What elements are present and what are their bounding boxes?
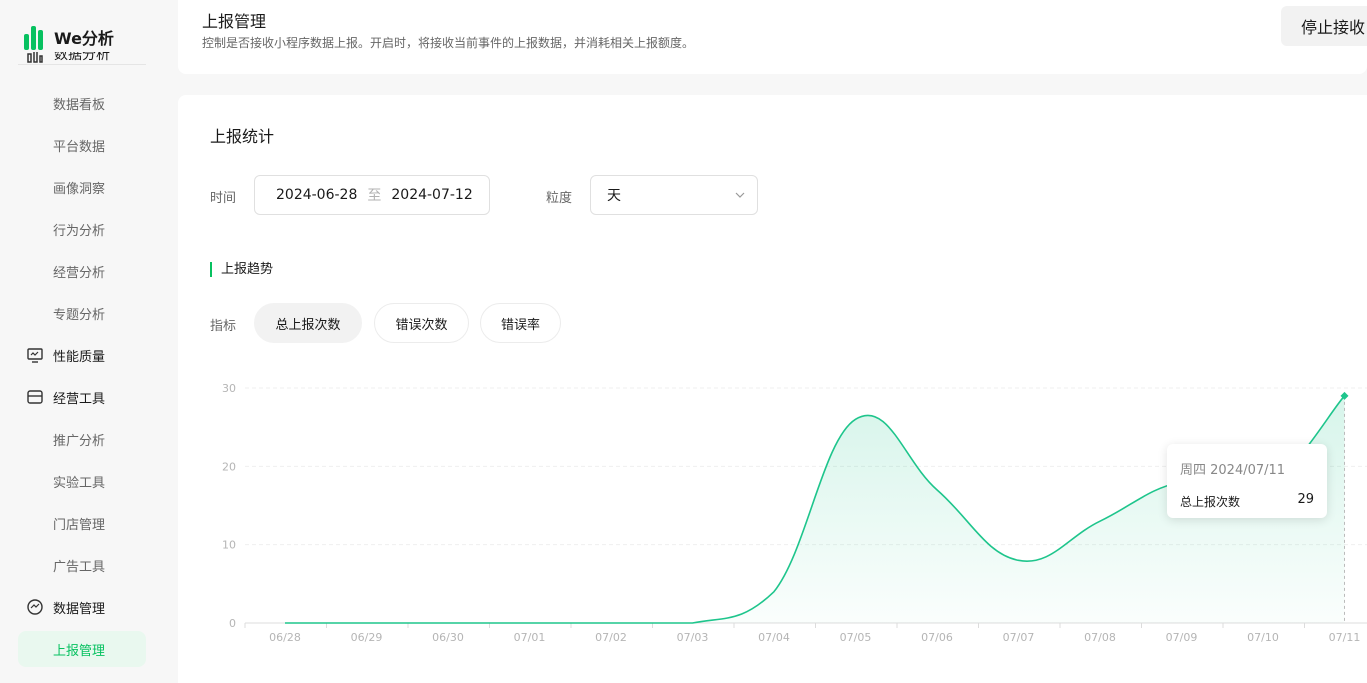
x-tick-label: 07/08 xyxy=(1084,631,1116,644)
metric-total-button[interactable]: 总上报次数 xyxy=(254,303,362,343)
sidebar-item-9[interactable]: 推广分析 xyxy=(18,421,146,457)
sidebar-item-label: 专题分析 xyxy=(53,307,106,323)
chevron-down-icon xyxy=(735,192,745,198)
metric-errors-button[interactable]: 错误次数 xyxy=(374,303,469,343)
x-tick-label: 07/04 xyxy=(758,631,790,644)
x-tick-label: 07/01 xyxy=(514,631,546,644)
sidebar-group-label: 数据分析 xyxy=(54,52,110,63)
x-tick-label: 07/09 xyxy=(1166,631,1198,644)
sidebar: We分析 数据分析 数据看板平台数据画像洞察行为分析经营分析专题分析性能质量经营… xyxy=(0,0,164,683)
y-tick-label: 20 xyxy=(222,460,236,473)
tooltip-value: 29 xyxy=(1297,492,1314,507)
x-tick-label: 07/02 xyxy=(595,631,627,644)
sidebar-item-label: 平台数据 xyxy=(53,139,106,155)
x-tick-label: 07/06 xyxy=(921,631,953,644)
x-tick-label: 07/03 xyxy=(677,631,709,644)
sidebar-divider xyxy=(18,64,146,65)
store-icon xyxy=(26,388,44,406)
sidebar-item-8[interactable]: 经营工具 xyxy=(18,379,146,415)
date-separator: 至 xyxy=(367,188,382,204)
trend-chart[interactable]: 0 10 20 30 06/28 06/29 06/30 07/01 07/02 07/03 07/… xyxy=(178,370,1367,683)
x-tick-label: 06/28 xyxy=(269,631,301,644)
section-title: 上报统计 xyxy=(210,127,275,146)
y-tick-label: 10 xyxy=(222,539,236,552)
sidebar-item-6[interactable]: 专题分析 xyxy=(18,295,146,331)
grain-value: 天 xyxy=(607,188,621,204)
tooltip-series-name: 总上报次数 xyxy=(1180,495,1241,509)
x-tick-label: 06/30 xyxy=(432,631,464,644)
sidebar-item-label: 广告工具 xyxy=(53,559,106,575)
x-tick-label: 07/07 xyxy=(1003,631,1035,644)
sidebar-item-label: 上报管理 xyxy=(53,643,106,659)
y-tick-label: 30 xyxy=(222,382,236,395)
x-tick-label: 07/05 xyxy=(840,631,872,644)
sidebar-item-13[interactable]: 数据管理 xyxy=(18,589,146,625)
x-tick-label: 06/29 xyxy=(351,631,383,644)
page-description: 控制是否接收小程序数据上报。开启时，将接收当前事件的上报数据，并消耗相关上报额度… xyxy=(202,36,695,50)
chart-icon xyxy=(27,52,43,63)
data-manage-icon xyxy=(26,598,44,616)
sidebar-group-data-analysis[interactable]: 数据分析 xyxy=(26,52,110,64)
sidebar-item-10[interactable]: 实验工具 xyxy=(18,463,146,499)
header-card: 上报管理 控制是否接收小程序数据上报。开启时，将接收当前事件的上报数据，并消耗相… xyxy=(178,0,1367,74)
metric-error-rate-button[interactable]: 错误率 xyxy=(480,303,561,343)
sidebar-item-label: 性能质量 xyxy=(53,349,106,365)
metric-label: 指标 xyxy=(210,319,237,334)
page-title: 上报管理 xyxy=(202,12,267,31)
date-end: 2024-07-12 xyxy=(391,187,473,203)
sidebar-item-2[interactable]: 平台数据 xyxy=(18,127,146,163)
tooltip-date: 周四 2024/07/11 xyxy=(1180,463,1286,478)
sidebar-item-14[interactable]: 上报管理 xyxy=(18,631,146,667)
time-label: 时间 xyxy=(210,191,237,206)
sidebar-item-label: 经营工具 xyxy=(53,391,106,407)
y-tick-label: 0 xyxy=(229,617,236,630)
brand-name: We分析 xyxy=(54,29,114,48)
x-tick-label: 07/11 xyxy=(1329,631,1361,644)
stop-receiving-button[interactable]: 停止接收 xyxy=(1281,6,1367,46)
sidebar-item-label: 数据看板 xyxy=(53,97,106,113)
brand-logo[interactable]: We分析 xyxy=(24,22,114,52)
date-range-picker[interactable]: 2024-06-28 至 2024-07-12 xyxy=(254,175,490,215)
sidebar-item-1[interactable]: 数据看板 xyxy=(18,85,146,121)
monitor-icon xyxy=(26,346,44,364)
sidebar-item-label: 实验工具 xyxy=(53,475,106,491)
sidebar-item-label: 行为分析 xyxy=(53,223,106,239)
sidebar-item-5[interactable]: 经营分析 xyxy=(18,253,146,289)
sidebar-item-7[interactable]: 性能质量 xyxy=(18,337,146,373)
sidebar-item-12[interactable]: 广告工具 xyxy=(18,547,146,583)
x-tick-label: 07/10 xyxy=(1247,631,1279,644)
sidebar-item-label: 数据管理 xyxy=(53,601,106,617)
sidebar-item-3[interactable]: 画像洞察 xyxy=(18,169,146,205)
sidebar-item-label: 画像洞察 xyxy=(53,181,106,197)
sidebar-item-label: 推广分析 xyxy=(53,433,106,449)
chart-tooltip: 周四 2024/07/11 总上报次数 29 xyxy=(1167,444,1327,518)
trend-title: 上报趋势 xyxy=(210,262,273,277)
sidebar-item-4[interactable]: 行为分析 xyxy=(18,211,146,247)
sidebar-item-label: 经营分析 xyxy=(53,265,106,281)
sidebar-item-11[interactable]: 门店管理 xyxy=(18,505,146,541)
we-logo-icon xyxy=(24,24,46,50)
grain-select[interactable]: 天 xyxy=(590,175,758,215)
grain-label: 粒度 xyxy=(546,191,573,206)
date-start: 2024-06-28 xyxy=(276,187,358,203)
sidebar-item-label: 门店管理 xyxy=(53,517,106,533)
